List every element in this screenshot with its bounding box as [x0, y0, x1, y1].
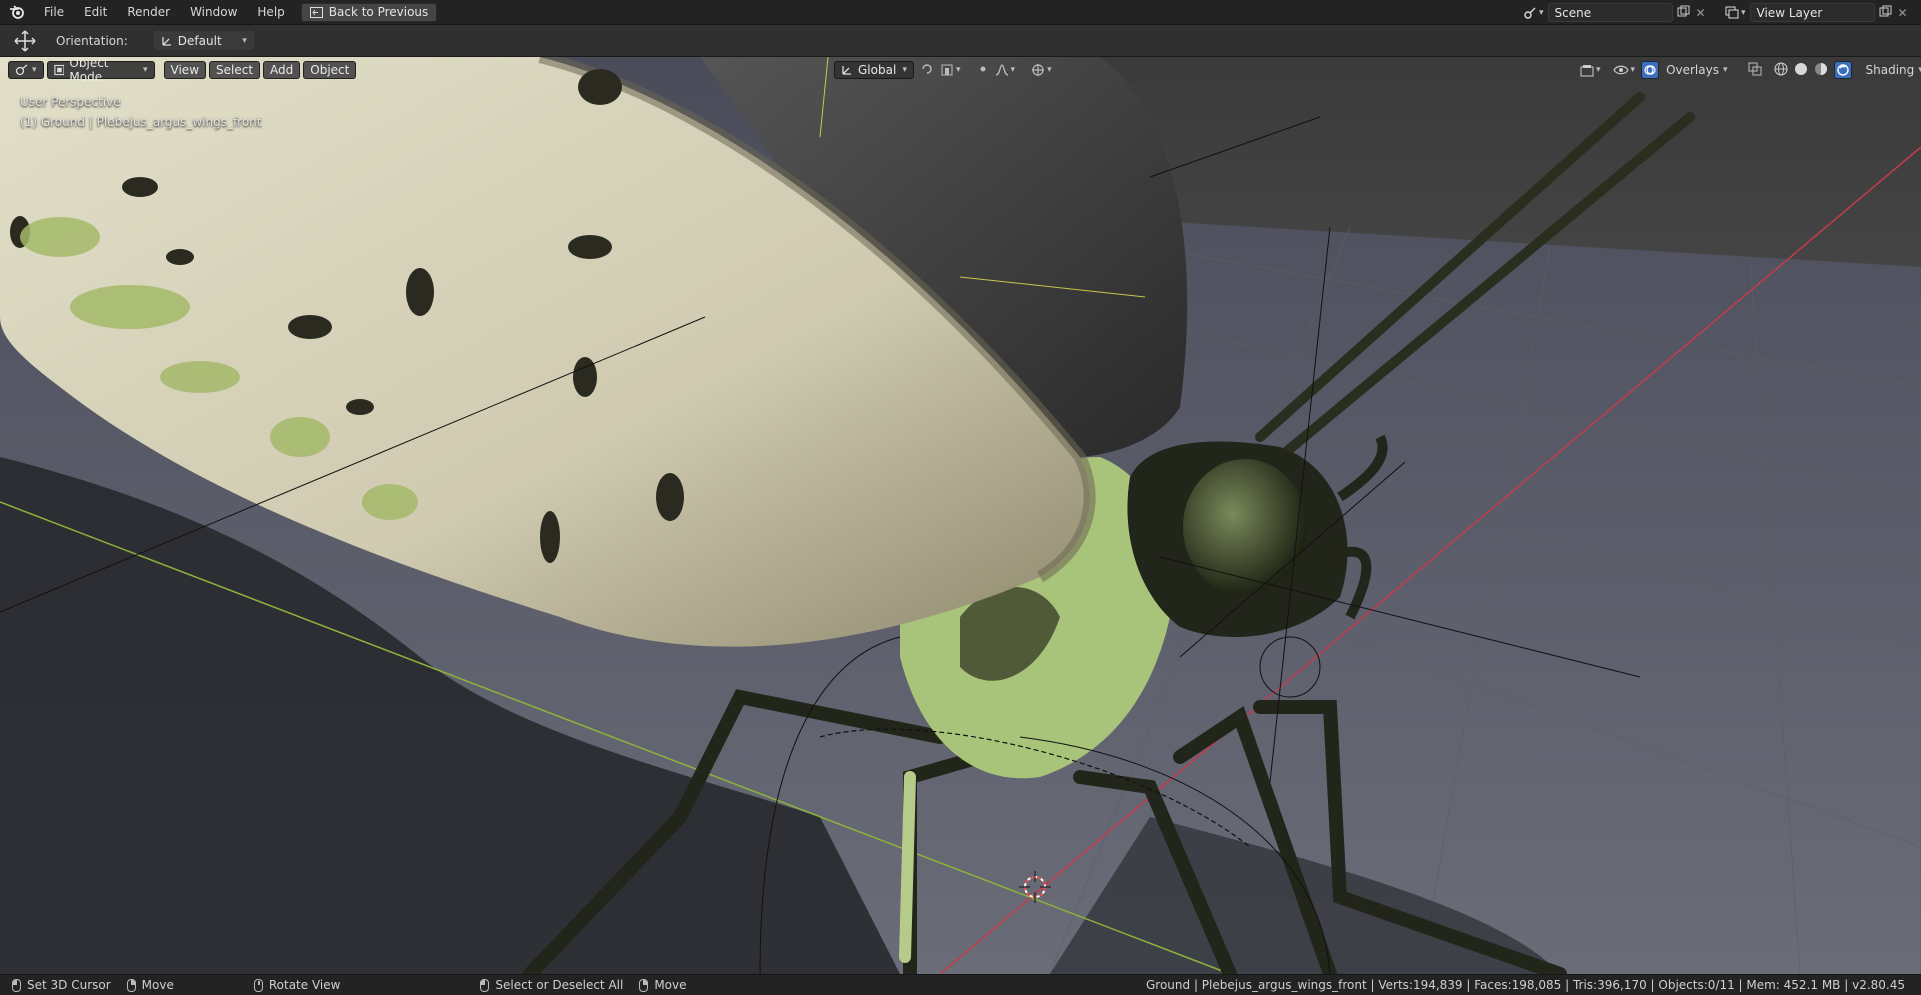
status-rotate-view: Rotate View [253, 978, 341, 992]
status-move-2: Move [639, 978, 687, 992]
compound-eye [1183, 459, 1307, 595]
object-mode-dropdown[interactable]: Object Mode ▾ [46, 57, 155, 84]
active-object-label: (1) Ground | Plebejus_argus_wings_front [20, 115, 262, 129]
mouse-left-icon [12, 978, 21, 992]
perspective-label: User Perspective [20, 95, 121, 109]
menu-window[interactable]: Window [180, 0, 247, 25]
view-layer-field[interactable]: View Layer [1749, 3, 1875, 22]
move-tool-icon[interactable] [14, 29, 36, 52]
view-object-types-icon[interactable]: ▾ [1580, 64, 1601, 77]
solid-shading-icon[interactable] [1794, 62, 1808, 79]
orientation-icon [162, 36, 171, 46]
3d-viewport[interactable]: ▾ Object Mode ▾ View Select Add Object G… [0, 57, 1921, 974]
back-to-previous-label: Back to Previous [328, 5, 429, 19]
scene-copy-icon[interactable] [1677, 5, 1690, 21]
status-select-all-label: Select or Deselect All [495, 978, 624, 992]
pivot-icon[interactable] [920, 62, 934, 79]
rendered-shading-icon [1836, 64, 1849, 76]
shading-label: Shading [1865, 63, 1915, 77]
editor-type-icon [15, 64, 28, 76]
back-icon [309, 6, 323, 18]
top-menu-bar: File Edit Render Window Help Back to Pre… [0, 0, 1921, 25]
view-menu[interactable]: View [163, 61, 207, 79]
menu-help[interactable]: Help [247, 0, 294, 25]
transform-orientation-label: Global [858, 63, 897, 77]
blender-logo-icon[interactable] [0, 0, 34, 25]
material-shading-icon[interactable] [1814, 62, 1828, 79]
rendered-shading-button[interactable] [1833, 61, 1852, 79]
status-bar: Set 3D Cursor Move Rotate View Select or… [0, 974, 1921, 995]
view-layer-icon[interactable]: ▾ [1725, 6, 1746, 19]
orientation-label: Orientation: [56, 33, 128, 48]
status-set-cursor: Set 3D Cursor [12, 978, 111, 992]
proportional-icon[interactable] [977, 63, 989, 78]
scene-icon[interactable]: ▾ [1523, 6, 1544, 20]
object-menu[interactable]: Object [303, 61, 357, 79]
mouse-left-icon [480, 978, 490, 992]
transform-orientation-dropdown[interactable]: Global ▾ [834, 61, 914, 79]
add-menu[interactable]: Add [263, 61, 301, 79]
status-set-cursor-label: Set 3D Cursor [27, 978, 111, 992]
scene-close-icon[interactable]: ✕ [1696, 6, 1706, 20]
scene-statistics: Ground | Plebejus_argus_wings_front | Ve… [1146, 978, 1905, 992]
view-layer-close-icon[interactable]: ✕ [1898, 6, 1908, 20]
editor-type-dropdown[interactable]: ▾ [8, 61, 44, 79]
overlays-icon [1644, 65, 1656, 75]
snap-icon[interactable]: ▾ [940, 63, 961, 77]
select-menu[interactable]: Select [209, 61, 261, 79]
orientation-icon [842, 66, 851, 75]
mouse-middle-icon [253, 978, 263, 992]
legs-light [899, 771, 916, 963]
tool-settings-bar: Orientation: Default ▾ [0, 25, 1921, 57]
overlays-toggle[interactable] [1641, 61, 1660, 79]
falloff-icon[interactable]: ▾ [995, 64, 1015, 76]
overlays-dropdown[interactable]: Overlays ▾ [1666, 63, 1727, 77]
status-move: Move [126, 978, 174, 992]
visibility-icon[interactable]: ▾ [1612, 64, 1635, 76]
xray-icon[interactable] [1748, 62, 1762, 79]
status-move-2-label: Move [654, 978, 687, 992]
object-mode-icon [53, 64, 65, 76]
overlays-label: Overlays [1666, 63, 1719, 77]
mouse-right-icon [126, 978, 136, 992]
shading-dropdown[interactable]: Shading ▾ [1866, 63, 1921, 77]
status-rotate-view-label: Rotate View [268, 978, 341, 992]
orientation-dropdown[interactable]: Default ▾ [153, 31, 254, 50]
mouse-right-icon [639, 978, 649, 992]
back-to-previous-button[interactable]: Back to Previous [300, 2, 438, 22]
menu-file[interactable]: File [34, 0, 74, 25]
menu-render[interactable]: Render [117, 0, 180, 25]
view-layer-copy-icon[interactable] [1879, 5, 1892, 21]
viewport-header: ▾ Object Mode ▾ View Select Add Object G… [0, 57, 1921, 84]
scene-name-field[interactable]: Scene [1547, 3, 1673, 22]
status-select-all: Select or Deselect All [480, 978, 623, 992]
gizmo-icon[interactable]: ▾ [1031, 63, 1052, 77]
status-move-label: Move [141, 978, 174, 992]
viewport-scene[interactable] [0, 57, 1921, 974]
wireframe-shading-icon[interactable] [1773, 61, 1788, 79]
object-mode-label: Object Mode [69, 57, 109, 84]
menu-edit[interactable]: Edit [74, 0, 117, 25]
orientation-value: Default [177, 33, 222, 48]
